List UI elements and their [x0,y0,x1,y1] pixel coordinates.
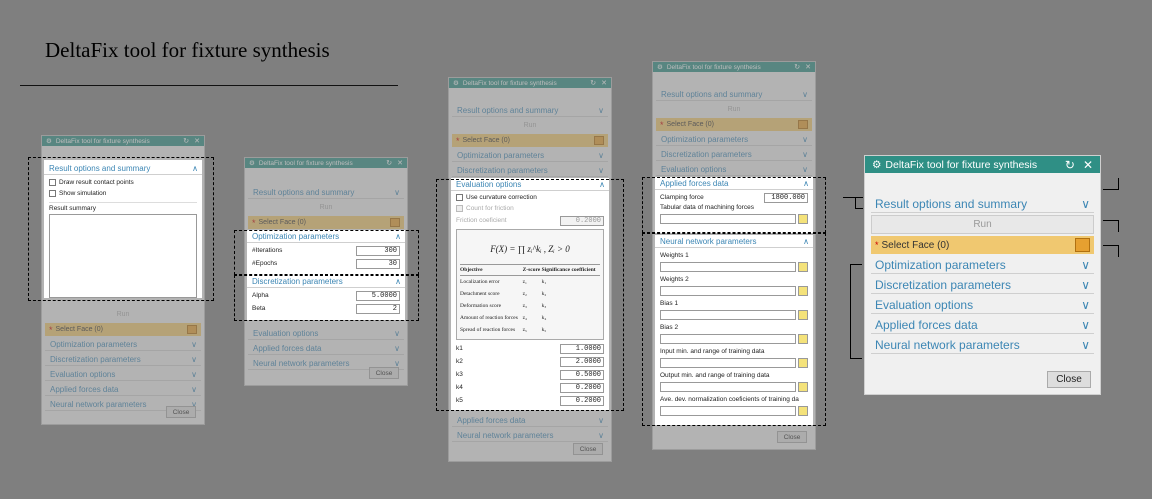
close-button[interactable]: Close [777,431,807,443]
dialog-titlebar: ⚙ DeltaFix tool for fixture synthesis ↻ … [42,136,204,146]
reset-icon[interactable]: ↻ [1065,159,1075,171]
run-button[interactable]: Run [45,308,201,321]
dialog-titlebar: ⚙ DeltaFix tool for fixture synthesis ↻ … [653,62,815,72]
close-icon[interactable]: ✕ [1083,159,1093,171]
cube-icon [1075,238,1090,252]
section-forces[interactable]: Applied forces data ∨ [45,383,201,396]
select-face[interactable]: * Select Face (0) [248,216,404,229]
chevron-down-icon: ∨ [191,354,197,364]
section-evaluation[interactable]: Evaluation options ∨ [871,296,1094,314]
chevron-down-icon: ∨ [1081,337,1090,352]
section-evaluation[interactable]: Evaluation options ∨ [248,327,404,340]
title-underline [20,85,398,86]
close-icon[interactable]: ✕ [805,64,811,71]
section-forces[interactable]: Applied forces data ∨ [248,342,404,355]
dialog-title: DeltaFix tool for fixture synthesis [55,137,150,145]
bracket-top [1103,178,1119,190]
chevron-down-icon: ∨ [191,384,197,394]
highlight-box [642,177,826,233]
dialog-title: DeltaFix tool for fixture synthesis [885,158,1038,171]
chevron-down-icon: ∨ [1081,317,1090,332]
run-button[interactable]: Run [871,215,1094,234]
highlight-box [28,157,214,301]
chevron-down-icon: ∨ [1081,297,1090,312]
close-icon[interactable]: ✕ [194,138,200,145]
chevron-down-icon: ∨ [1081,257,1090,272]
page-title: DeltaFix tool for fixture synthesis [45,38,330,62]
section-optimization[interactable]: Optimization parameters ∨ [45,338,201,351]
gear-icon[interactable]: ⚙ [453,79,459,87]
section-discretization[interactable]: Discretization parameters ∨ [45,353,201,366]
close-button[interactable]: Close [369,367,399,379]
chevron-down-icon: ∨ [1081,277,1090,292]
close-icon[interactable]: ✕ [601,80,607,87]
section-result[interactable]: Result options and summary ∨ [248,186,404,199]
cube-icon [187,325,197,334]
bracket-face [1103,245,1119,257]
bracket-result-tick [855,197,863,209]
reset-icon[interactable]: ↻ [590,80,596,87]
highlight-box [234,230,419,275]
dialog-main: ⚙ DeltaFix tool for fixture synthesis ↻ … [864,155,1101,395]
bracket-run [1103,220,1119,232]
run-button[interactable]: Run [248,201,404,214]
reset-icon[interactable]: ↻ [386,160,392,167]
dialog-titlebar: ⚙ DeltaFix tool for fixture synthesis ↻ … [245,158,407,168]
dialog-titlebar: ⚙ DeltaFix tool for fixture synthesis ↻ … [449,78,611,88]
highlight-box [642,233,826,426]
section-evaluation[interactable]: Evaluation options ∨ [45,368,201,381]
reset-icon[interactable]: ↻ [794,64,800,71]
chevron-down-icon: ∨ [191,369,197,379]
section-optimization[interactable]: Optimization parameters ∨ [871,256,1094,274]
dialog-titlebar: ⚙ DeltaFix tool for fixture synthesis ↻ … [865,156,1100,173]
reset-icon[interactable]: ↻ [183,138,189,145]
gear-icon[interactable]: ⚙ [657,63,663,71]
select-face[interactable]: * Select Face (0) [871,236,1094,254]
gear-icon[interactable]: ⚙ [249,159,255,167]
section-forces[interactable]: Applied forces data ∨ [871,316,1094,334]
section-result[interactable]: Result options and summary ∨ [871,195,1094,213]
select-face[interactable]: * Select Face (0) [45,323,201,336]
close-button[interactable]: Close [166,406,196,418]
section-discretization[interactable]: Discretization parameters ∨ [871,276,1094,294]
chevron-down-icon: ∨ [191,339,197,349]
section-neural[interactable]: Neural network parameters ∨ [871,336,1094,354]
close-icon[interactable]: ✕ [397,160,403,167]
highlight-box [436,179,624,411]
gear-icon[interactable]: ⚙ [46,137,52,145]
gear-icon[interactable]: ⚙ [872,159,881,171]
close-button[interactable]: Close [1047,371,1091,388]
close-button[interactable]: Close [573,443,603,455]
bracket-sections [850,264,862,359]
highlight-box [234,275,419,321]
chevron-down-icon: ∨ [1081,196,1090,211]
